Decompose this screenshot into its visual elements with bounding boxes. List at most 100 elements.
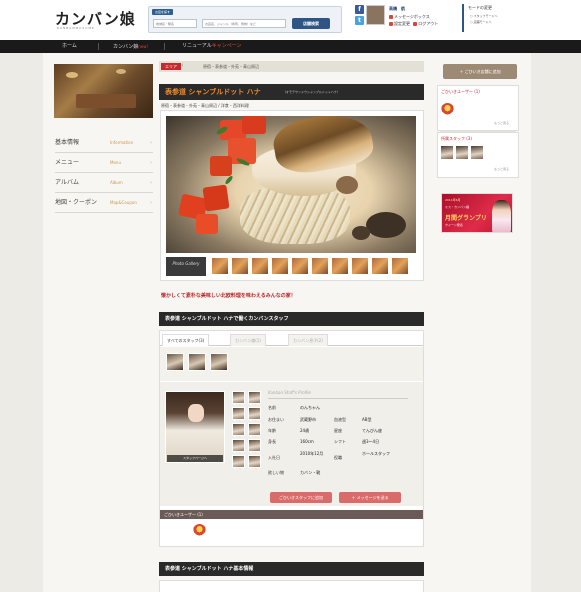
profile-label: 名前 xyxy=(268,405,276,410)
gallery-thumbnail[interactable] xyxy=(371,257,389,275)
mode-title: モードの変更 xyxy=(468,5,492,10)
grandprix-banner[interactable]: 2011年6月 ミス・カンバン娘 月間グランプリ クイーン発表 xyxy=(441,193,513,233)
user-avatar-icon[interactable] xyxy=(193,524,206,537)
sidebar-item-album[interactable]: アルバム Album › xyxy=(55,173,153,193)
gallery-thumbnail[interactable] xyxy=(211,257,229,275)
breadcrumb-tag[interactable]: エリア xyxy=(161,63,181,70)
staff-mini-photo[interactable] xyxy=(248,407,261,420)
staff-mini-photo[interactable] xyxy=(232,423,245,436)
site-header: カンバン娘 KANBANMUSUME お店を探す 店舗検索 f t 高橋 航 メ… xyxy=(0,0,581,40)
more-link[interactable]: もっと見る xyxy=(494,121,509,125)
tab-kanban-musuko[interactable]: カンバン息子(2) xyxy=(288,334,328,346)
store-interior-photo[interactable] xyxy=(54,64,153,118)
settings-link[interactable]: 設定変更 xyxy=(394,21,410,26)
sidebar-item-menu[interactable]: メニュー Menu › xyxy=(55,153,153,173)
staff-photo[interactable] xyxy=(165,391,225,463)
search-button[interactable]: 店舗検索 xyxy=(292,18,330,29)
shop-tagline: 懐かしくて素朴な美味しい北欧料理を味わえるみんなの家！ xyxy=(161,293,296,299)
logout-link[interactable]: ログアウト xyxy=(418,21,438,26)
staff-thumbnail[interactable] xyxy=(471,146,483,159)
profile-value: 週3〜4日 xyxy=(362,439,380,444)
gallery-thumbnail[interactable] xyxy=(391,257,409,275)
mail-icon xyxy=(389,15,393,19)
profile-value: 武蔵野市 xyxy=(300,417,316,422)
logout-icon xyxy=(413,22,418,26)
gallery-thumbnail[interactable] xyxy=(331,257,349,275)
profile-label: 年齢 xyxy=(268,428,276,433)
breadcrumb-path[interactable]: 原宿・表参道・外苑・青山周辺 xyxy=(203,64,259,70)
staff-mini-photo[interactable] xyxy=(232,439,245,452)
profile-label: 欲しい物 xyxy=(268,470,284,475)
send-message-button[interactable]: ＋ メッセージを送る xyxy=(339,492,401,503)
staff-mini-photo[interactable] xyxy=(248,439,261,452)
staff-mini-photo[interactable] xyxy=(232,407,245,420)
staff-mini-photo[interactable] xyxy=(248,423,261,436)
staff-mini-photo[interactable] xyxy=(248,455,261,468)
add-favorite-staff-button[interactable]: ごひいきスタッフに追加 xyxy=(270,492,332,503)
tab-kanban-musume[interactable]: カンバン娘(1) xyxy=(230,334,266,346)
profile-label: シフト xyxy=(334,439,346,444)
chevron-right-icon: › xyxy=(150,140,152,146)
search-label: お店を探す xyxy=(152,9,174,15)
basic-info-panel xyxy=(159,580,424,592)
nav-divider xyxy=(164,43,165,50)
area-search-input[interactable] xyxy=(153,19,197,28)
user-name[interactable]: 高橋 航 xyxy=(389,6,405,12)
staff-page-link[interactable]: スタッフページへ xyxy=(167,455,223,462)
profile-label: 身長 xyxy=(268,439,276,444)
nav-home[interactable]: ホーム xyxy=(62,40,77,53)
staff-mode-option[interactable]: ○ スタッフモードへ xyxy=(470,14,498,18)
breadcrumb: エリア › 原宿・表参道・外苑・青山周辺 xyxy=(159,61,424,72)
user-avatar-icon[interactable] xyxy=(441,103,454,116)
gallery-thumbnail[interactable] xyxy=(311,257,329,275)
main-dish-photo[interactable] xyxy=(166,116,416,253)
photo-gallery-label: Photo Gallery xyxy=(166,257,206,276)
store-mode-option[interactable]: ○ 店舗モードへ xyxy=(470,20,492,24)
profile-label: 入社日 xyxy=(268,455,280,460)
gallery-thumbnail[interactable] xyxy=(291,257,309,275)
account-links: 設定変更 ログアウト xyxy=(389,21,438,27)
nav-divider xyxy=(98,43,99,50)
profile-label: 血液型 xyxy=(334,417,346,422)
more-link[interactable]: もっと見る xyxy=(494,167,509,171)
staff-mini-photo[interactable] xyxy=(232,455,245,468)
user-avatar[interactable] xyxy=(366,5,385,25)
staff-mini-photo[interactable] xyxy=(248,391,261,404)
profile-label: 役職 xyxy=(334,455,342,460)
facebook-icon[interactable]: f xyxy=(355,5,364,14)
nav-kanban[interactable]: カンバン娘new! xyxy=(113,40,148,53)
staff-thumbnail[interactable] xyxy=(166,353,184,371)
staff-mini-photo[interactable] xyxy=(232,391,245,404)
profile-label: お住まい xyxy=(268,417,284,422)
gallery-thumbnail[interactable] xyxy=(251,257,269,275)
sidebar-item-information[interactable]: 基本情報 Information › xyxy=(55,133,153,153)
staff-thumbnail[interactable] xyxy=(441,146,453,159)
gallery-thumbnail[interactable] xyxy=(271,257,289,275)
chevron-right-icon: › xyxy=(150,160,152,166)
add-favorite-store-button[interactable]: ＋ ごひいき店舗に追加 xyxy=(443,64,517,79)
twitter-icon[interactable]: t xyxy=(355,16,364,25)
message-box-link[interactable]: メッセージボックス xyxy=(389,14,430,20)
profile-value: てんびん座 xyxy=(362,428,382,433)
keyword-search-input[interactable] xyxy=(202,19,286,28)
gallery-thumbnail[interactable] xyxy=(231,257,249,275)
profile-value: ホールスタッフ xyxy=(362,451,390,456)
gallery-thumbnail[interactable] xyxy=(351,257,369,275)
profile-value: 160cm xyxy=(300,439,314,444)
staff-thumbnail[interactable] xyxy=(456,146,468,159)
tab-all-staff[interactable]: すべてのスタッフ(3) xyxy=(162,334,210,346)
sidebar-item-map-coupon[interactable]: 地図・クーポン Map&Coupon › xyxy=(55,193,153,213)
favorite-users-title: ごひいきユーザー (1) xyxy=(441,89,480,94)
staff-thumbnail[interactable] xyxy=(188,353,206,371)
shop-name: 表参道 シャンブルドット ハナ xyxy=(165,88,261,96)
shop-name-kana: （オモテサンドウシャンブルドットハナ） xyxy=(283,90,340,94)
staff-thumbnail[interactable] xyxy=(210,353,228,371)
store-staff-title: 所属スタッフ (3) xyxy=(441,136,472,141)
favorite-users-bar: ごひいきユーザー (1) xyxy=(160,510,423,519)
staff-section-header: 表参道 シャンブルドット ハナで働くカンバンスタッフ xyxy=(159,312,424,326)
nav-renewal-campaign[interactable]: リニューアルキャンペーン xyxy=(182,40,242,53)
chevron-right-icon: › xyxy=(150,180,152,186)
global-nav: ホーム カンバン娘new! リニューアルキャンペーン xyxy=(0,40,581,53)
shop-area-genre: 原宿・表参道・外苑・青山周辺 / 洋食・西洋料理 xyxy=(161,103,249,108)
profile-title: Kanban Staff's Profile xyxy=(268,390,311,395)
